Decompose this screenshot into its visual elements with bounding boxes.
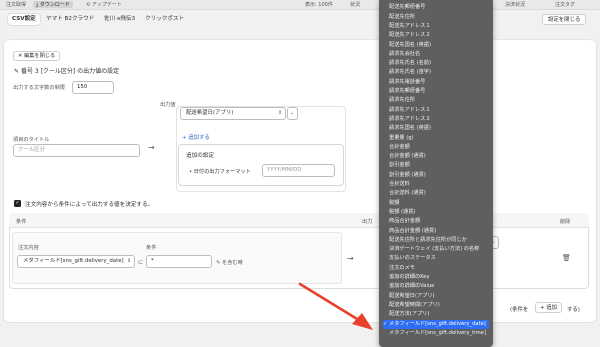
annotation-arrow-shaft	[298, 282, 364, 324]
annotation-arrow	[298, 282, 373, 330]
annotation-arrow-head	[352, 313, 373, 330]
